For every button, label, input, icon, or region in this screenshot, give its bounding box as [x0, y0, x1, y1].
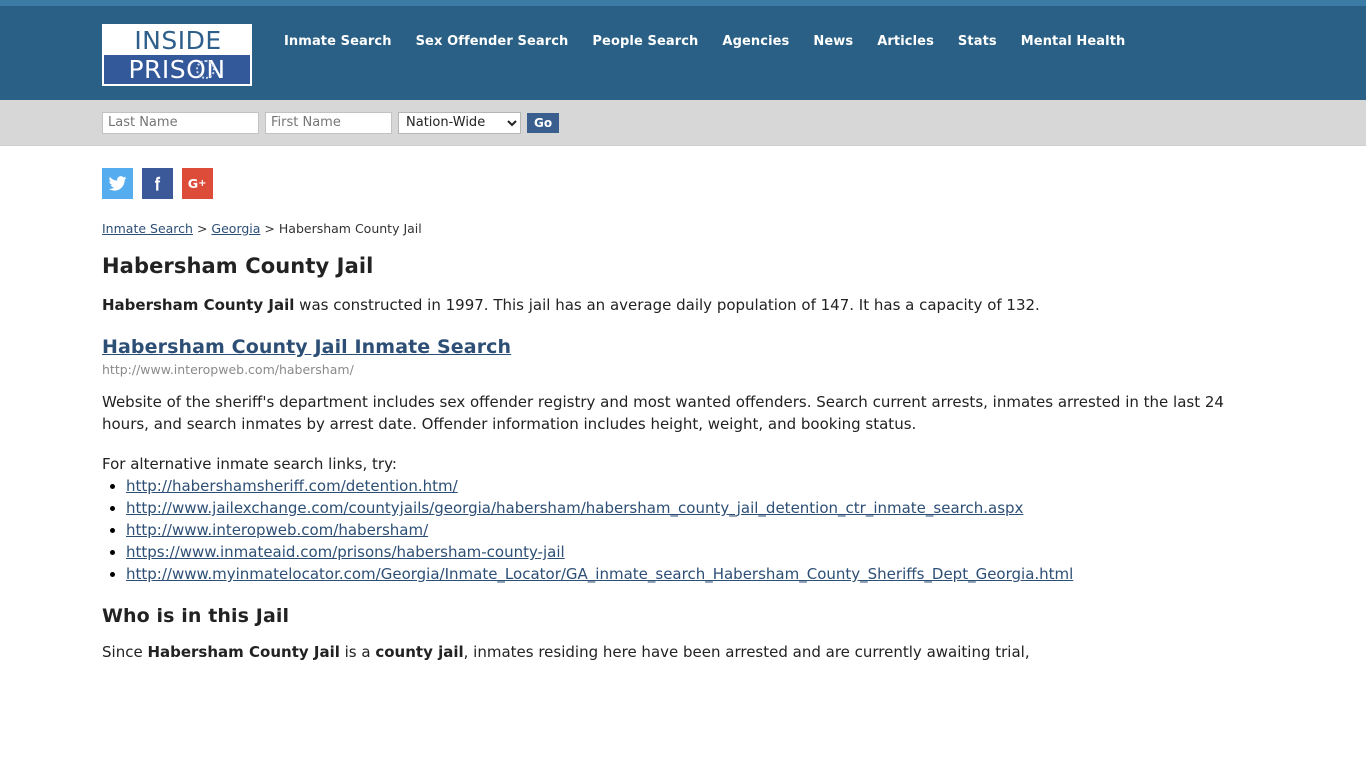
page-title: Habersham County Jail — [102, 254, 374, 278]
jail-intro-paragraph: Habersham County Jail was constructed in… — [102, 294, 1262, 316]
circular-seal-icon — [196, 60, 215, 79]
breadcrumb-link-inmate-search[interactable]: Inmate Search — [102, 221, 193, 236]
list-item: https://www.inmateaid.com/prisons/habers… — [126, 541, 1266, 563]
first-name-input[interactable] — [265, 111, 392, 134]
social-share-bar: G + — [102, 168, 1266, 199]
who-text-part2: is a — [339, 643, 376, 661]
who-is-in-jail-paragraph: Since Habersham County Jail is a county … — [102, 641, 1262, 663]
scope-select[interactable]: Nation-Wide — [398, 111, 521, 134]
nav-item-stats[interactable]: Stats — [958, 34, 997, 49]
jail-name-bold: Habersham County Jail — [102, 296, 295, 314]
who-bold-county-jail: county jail — [375, 643, 464, 661]
nav-item-mental-health[interactable]: Mental Health — [1021, 34, 1126, 49]
nav-item-articles[interactable]: Articles — [877, 34, 934, 49]
alternatives-intro: For alternative inmate search links, try… — [102, 455, 397, 473]
logo-line-inside: INSIDE — [104, 26, 250, 55]
primary-link-url: http://www.interopweb.com/habersham/ — [102, 362, 354, 377]
twitter-icon[interactable] — [102, 168, 133, 199]
primary-link-description: Website of the sheriff's department incl… — [102, 393, 1224, 433]
who-bold-jail-name: Habersham County Jail — [147, 643, 340, 661]
breadcrumb: Inmate Search > Georgia > Habersham Coun… — [102, 221, 1266, 236]
site-logo[interactable]: INSIDE PRISON — [102, 24, 252, 86]
nav-item-agencies[interactable]: Agencies — [722, 34, 789, 49]
list-item: http://www.myinmatelocator.com/Georgia/I… — [126, 563, 1266, 585]
alt-link-myinmatelocator[interactable]: http://www.myinmatelocator.com/Georgia/I… — [126, 565, 1073, 583]
search-bar: Nation-Wide Go — [0, 100, 1366, 146]
alt-link-habershamsheriff[interactable]: http://habershamsheriff.com/detention.ht… — [126, 477, 458, 495]
go-button[interactable]: Go — [527, 112, 560, 133]
main-content: G + Inmate Search > Georgia > Habersham … — [0, 146, 1366, 663]
googleplus-icon[interactable]: G + — [182, 168, 213, 199]
primary-link-heading: Habersham County Jail Inmate Search — [102, 336, 1266, 358]
list-item: http://habershamsheriff.com/detention.ht… — [126, 475, 1266, 497]
site-header: INSIDE PRISON Inmate Search Sex Offender… — [0, 6, 1366, 100]
breadcrumb-separator-2: > — [264, 221, 275, 236]
facebook-icon[interactable] — [142, 168, 173, 199]
breadcrumb-separator-1: > — [196, 221, 208, 236]
nav-item-sex-offender-search[interactable]: Sex Offender Search — [416, 34, 569, 49]
nav-item-news[interactable]: News — [813, 34, 853, 49]
who-text-part3: , inmates residing here have been arrest… — [463, 643, 1030, 661]
svg-text:+: + — [198, 178, 206, 189]
main-navigation: Inmate Search Sex Offender Search People… — [284, 34, 1125, 49]
logo-line-prison: PRISON — [104, 55, 250, 84]
list-item: http://www.jailexchange.com/countyjails/… — [126, 497, 1266, 519]
alt-link-interopweb[interactable]: http://www.interopweb.com/habersham/ — [126, 521, 428, 539]
alt-link-jailexchange[interactable]: http://www.jailexchange.com/countyjails/… — [126, 499, 1023, 517]
list-item: http://www.interopweb.com/habersham/ — [126, 519, 1266, 541]
who-text-part1: Since — [102, 643, 148, 661]
logo-text-inside: INSIDE — [134, 26, 222, 55]
who-is-in-jail-heading: Who is in this Jail — [102, 605, 290, 627]
jail-intro-rest: was constructed in 1997. This jail has a… — [294, 296, 1040, 314]
alternative-links-list: http://habershamsheriff.com/detention.ht… — [102, 475, 1266, 585]
breadcrumb-current: Habersham County Jail — [278, 221, 422, 236]
last-name-input[interactable] — [102, 111, 259, 134]
nav-item-inmate-search[interactable]: Inmate Search — [284, 34, 392, 49]
breadcrumb-link-georgia[interactable]: Georgia — [211, 221, 260, 236]
primary-inmate-search-link[interactable]: Habersham County Jail Inmate Search — [102, 336, 511, 358]
nav-item-people-search[interactable]: People Search — [592, 34, 698, 49]
alt-link-inmateaid[interactable]: https://www.inmateaid.com/prisons/habers… — [126, 543, 565, 561]
svg-text:G: G — [188, 177, 198, 192]
